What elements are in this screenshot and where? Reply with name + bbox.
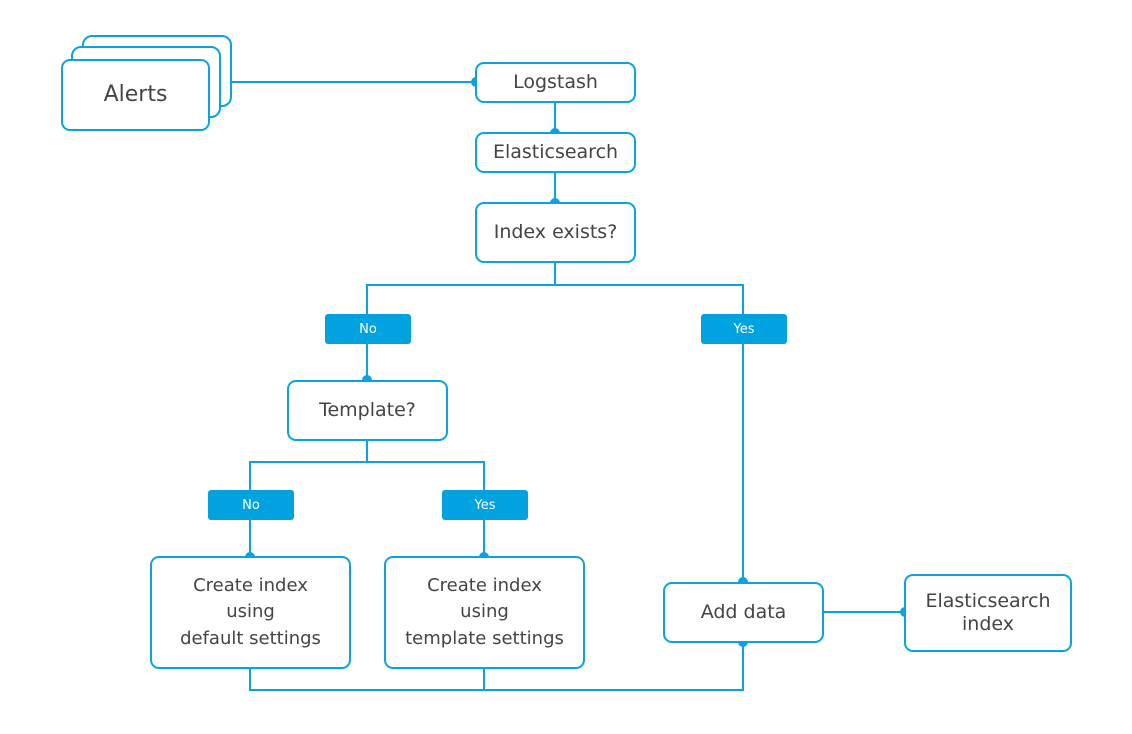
node-index-exists-text: Index exists?	[493, 221, 618, 244]
node-template-text: Template?	[319, 399, 416, 422]
node-elasticsearch: Elasticsearch	[475, 132, 636, 173]
node-index-exists: Index exists?	[475, 202, 636, 263]
node-alerts: Alerts	[61, 59, 210, 131]
node-elasticsearch-index: Elasticsearch index	[904, 574, 1072, 652]
node-add-data-text: Add data	[700, 601, 787, 624]
node-logstash: Logstash	[475, 62, 636, 103]
label-index-yes: Yes	[701, 314, 787, 344]
node-elasticsearch-index-text: Elasticsearch index	[925, 590, 1051, 635]
node-create-index-default: Create index using default settings	[150, 556, 351, 669]
node-create-index-template-text: Create index using template settings	[405, 575, 564, 649]
node-template: Template?	[287, 380, 448, 441]
label-template-yes: Yes	[442, 490, 528, 520]
node-add-data: Add data	[663, 582, 824, 643]
node-logstash-text: Logstash	[513, 71, 598, 94]
node-create-index-default-text: Create index using default settings	[180, 575, 321, 649]
node-alerts-text: Alerts	[103, 81, 168, 107]
label-index-no: No	[325, 314, 411, 344]
node-create-index-template: Create index using template settings	[384, 556, 585, 669]
label-template-no: No	[208, 490, 294, 520]
node-elasticsearch-text: Elasticsearch	[492, 141, 619, 164]
